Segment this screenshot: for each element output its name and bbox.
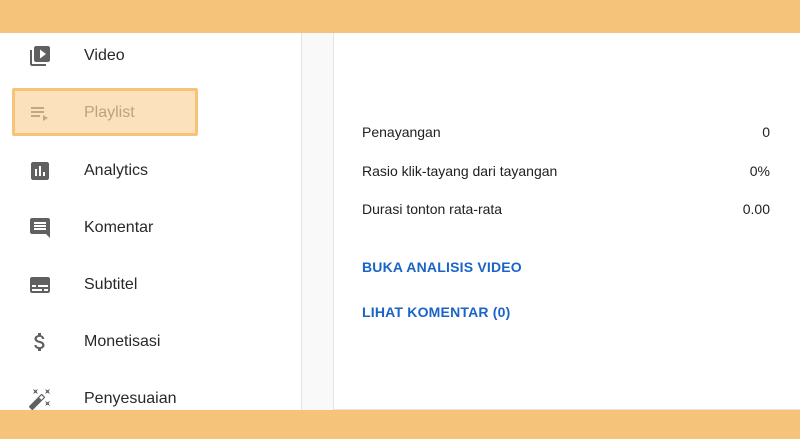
metric-label: Rasio klik-tayang dari tayangan (362, 163, 558, 179)
view-comments-link[interactable]: LIHAT KOMENTAR (0) (362, 301, 511, 323)
metric-label: Penayangan (362, 124, 441, 140)
sidebar-item-label: Penyesuaian (84, 390, 177, 407)
sidebar-item-label: Subtitel (84, 276, 138, 293)
sidebar-item-penyesuaian[interactable]: Penyesuaian (0, 376, 301, 410)
sidebar-item-video[interactable]: Video (0, 33, 301, 79)
metric-label: Durasi tonton rata-rata (362, 201, 503, 217)
metric-row-avg-duration: Durasi tonton rata-rata 0.00 (362, 197, 770, 221)
magic-wand-icon (28, 387, 52, 410)
sidebar: Video Playlist Analytics Komentar Subtit… (0, 33, 302, 410)
sidebar-item-label: Analytics (84, 162, 149, 179)
metric-value: 0.00 (742, 201, 770, 217)
sidebar-item-subtitel[interactable]: Subtitel (0, 262, 301, 308)
sidebar-item-komentar[interactable]: Komentar (0, 205, 301, 251)
analytics-icon (28, 159, 52, 183)
app-frame: Video Playlist Analytics Komentar Subtit… (0, 33, 800, 410)
sidebar-item-analytics[interactable]: Analytics (0, 148, 301, 194)
comment-icon (28, 216, 52, 240)
sidebar-item-monetisasi[interactable]: Monetisasi (0, 319, 301, 365)
metric-row-views: Penayangan 0 (362, 120, 770, 144)
sidebar-item-label: Playlist (84, 104, 135, 121)
playlist-icon (28, 101, 52, 125)
subtitles-icon (28, 273, 52, 297)
sidebar-item-label: Video (84, 47, 125, 64)
metric-value: 0 (762, 124, 770, 140)
metric-row-ctr: Rasio klik-tayang dari tayangan 0% (362, 159, 770, 183)
open-video-analytics-link[interactable]: BUKA ANALISIS VIDEO (362, 256, 522, 278)
sidebar-item-playlist[interactable]: Playlist (0, 88, 301, 136)
sidebar-item-label: Monetisasi (84, 333, 161, 350)
dollar-icon (28, 330, 52, 354)
video-library-icon (28, 44, 52, 68)
metric-value: 0% (749, 163, 770, 179)
video-stats-card: Penayangan 0 Rasio klik-tayang dari taya… (333, 33, 800, 410)
sidebar-item-label: Komentar (84, 219, 154, 236)
